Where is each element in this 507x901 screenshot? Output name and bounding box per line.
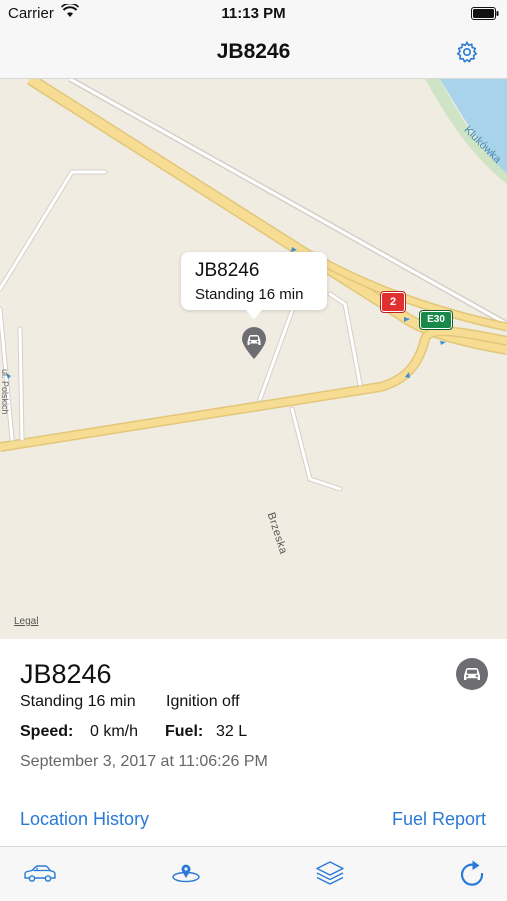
last-update-timestamp: September 3, 2017 at 11:06:26 PM xyxy=(20,753,268,770)
fuel-report-link[interactable]: Fuel Report xyxy=(392,809,486,830)
car-icon xyxy=(456,658,488,690)
vehicle-marker-icon[interactable] xyxy=(240,326,268,360)
vehicle-callout[interactable]: JB8246 Standing 16 min xyxy=(181,252,327,319)
callout-subtitle: Standing 16 min xyxy=(195,286,304,303)
vehicles-button[interactable] xyxy=(22,857,58,889)
navigation-bar: JB8246 xyxy=(0,28,507,79)
map-view[interactable]: Klukówka ul. Polskich Brzeska 2 E30 JB82… xyxy=(0,79,507,639)
street-label: ul. Polskich xyxy=(0,369,10,415)
ignition-status: Ignition off xyxy=(166,693,240,710)
refresh-button[interactable] xyxy=(456,857,488,889)
layers-icon xyxy=(316,861,344,885)
route-shield-green: E30 xyxy=(420,311,452,329)
status-bar: Carrier 11:13 PM xyxy=(0,0,507,28)
gear-icon[interactable] xyxy=(455,40,479,64)
legal-link[interactable]: Legal xyxy=(14,616,38,627)
location-history-link[interactable]: Location History xyxy=(20,809,149,830)
route-shield-red: 2 xyxy=(381,292,405,312)
map-pin-icon xyxy=(172,864,200,883)
vehicle-title: JB8246 xyxy=(20,659,112,689)
speed-value: 0 km/h xyxy=(90,723,139,740)
location-button[interactable] xyxy=(170,857,202,889)
fuel-label: Fuel: xyxy=(165,723,204,740)
car-icon xyxy=(24,865,56,882)
bottom-toolbar xyxy=(0,846,507,901)
fuel-value: 32 L xyxy=(216,723,248,740)
map-layers-button[interactable] xyxy=(314,857,346,889)
refresh-icon xyxy=(460,860,484,886)
page-title: JB8246 xyxy=(216,40,291,63)
clock: 11:13 PM xyxy=(221,5,286,22)
battery-icon xyxy=(471,7,499,20)
vehicle-status: Standing 16 min xyxy=(20,693,136,710)
speed-label: Speed: xyxy=(20,723,74,740)
callout-title: JB8246 xyxy=(195,260,260,281)
vehicle-info-panel: JB8246 Standing 16 min Ignition off Spee… xyxy=(0,640,507,846)
